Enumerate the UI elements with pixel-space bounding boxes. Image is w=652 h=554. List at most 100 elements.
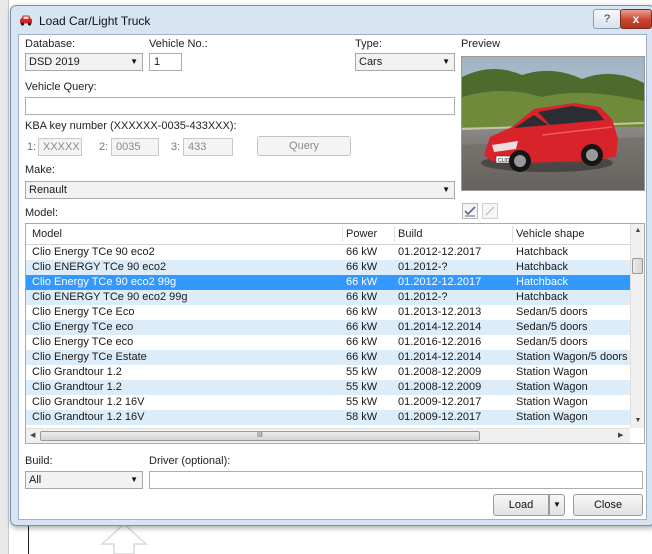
edit-checked-icon[interactable] — [462, 203, 478, 219]
car-icon — [20, 15, 32, 26]
chevron-down-icon: ▼ — [442, 57, 450, 66]
table-row[interactable]: Clio Grandtour 1.2 16V 55 kW 01.2009-12.20… — [26, 395, 630, 410]
cell-model: Clio Energy TCe eco — [32, 336, 134, 348]
cell-vehicle-shape: Sedan/5 doors — [516, 321, 588, 333]
cell-model: Clio Energy TCe Estate — [32, 351, 147, 363]
scroll-left-icon[interactable]: ◀ — [30, 431, 35, 439]
vertical-scrollbar[interactable]: ▲ ▼ — [630, 224, 644, 428]
table-row[interactable]: Clio Energy TCe 90 eco2 99g 66 kW 01.2012-… — [26, 275, 630, 290]
column-header-build[interactable]: Build — [398, 228, 422, 240]
help-button[interactable]: ? — [593, 9, 621, 29]
cell-model: Clio Grandtour 1.2 — [32, 366, 122, 378]
window-close-button[interactable]: x — [620, 9, 652, 29]
cell-power: 66 kW — [346, 246, 378, 258]
cell-build: 01.2009-12.2017 — [398, 396, 482, 408]
load-button[interactable]: Load — [493, 494, 549, 516]
type-value: Cars — [359, 56, 383, 68]
cell-build: 01.2012-? — [398, 261, 448, 273]
kba1-input[interactable]: XXXXX — [38, 138, 82, 156]
close-button[interactable]: Close — [573, 494, 643, 516]
kba3-input[interactable]: 433 — [183, 138, 233, 156]
build-select[interactable]: All ▼ — [25, 471, 143, 489]
database-label: Database: — [25, 38, 76, 50]
cell-build: 01.2008-12.2009 — [398, 366, 482, 378]
horizontal-scrollbar[interactable]: ◀ III ▶ — [26, 428, 630, 443]
cell-power: 66 kW — [346, 261, 378, 273]
vehicle-no-label: Vehicle No.: — [149, 38, 208, 50]
table-row[interactable]: Clio Grandtour 1.2 55 kW 01.2008-12.2009 St… — [26, 365, 630, 380]
table-row[interactable]: Clio Energy TCe eco 66 kW 01.2014-12.2014 S… — [26, 320, 630, 335]
table-header: Model Power Build Vehicle shape — [26, 224, 630, 245]
scroll-down-icon[interactable]: ▼ — [631, 417, 644, 424]
cell-vehicle-shape: Hatchback — [516, 291, 568, 303]
kba2-label: 2: — [99, 141, 109, 153]
table-row[interactable]: Clio Grandtour 1.2 16V 58 kW 01.2009-12.20… — [26, 410, 630, 425]
column-divider[interactable] — [342, 226, 343, 242]
table-row[interactable]: Clio Energy TCe eco 66 kW 01.2016-12.2016 S… — [26, 335, 630, 350]
horizontal-scroll-thumb[interactable]: III — [40, 431, 480, 441]
table-row[interactable]: Clio Energy TCe 90 eco2 66 kW 01.2012-12.2… — [26, 245, 630, 260]
titlebar: Load Car/Light Truck ? x — [11, 6, 652, 34]
vehicle-query-label: Vehicle Query: — [25, 81, 97, 93]
cell-model: Clio Energy TCe eco — [32, 321, 134, 333]
cell-model: Clio Grandtour 1.2 16V — [32, 396, 145, 408]
kba2-input[interactable]: 0035 — [111, 138, 159, 156]
table-row[interactable]: Clio ENERGY TCe 90 eco2 99g 66 kW 01.2012-… — [26, 290, 630, 305]
cell-vehicle-shape: Hatchback — [516, 261, 568, 273]
column-header-vehicle-shape[interactable]: Vehicle shape — [516, 228, 585, 240]
vehicle-preview-image: CLIO 4 — [461, 56, 645, 191]
cell-power: 66 kW — [346, 321, 378, 333]
cell-vehicle-shape: Station Wagon — [516, 396, 588, 408]
cell-power: 66 kW — [346, 306, 378, 318]
column-header-model[interactable]: Model — [32, 228, 62, 240]
scroll-right-icon[interactable]: ▶ — [618, 431, 623, 439]
cell-build: 01.2012-12.2017 — [398, 276, 482, 288]
cell-build: 01.2016-12.2016 — [398, 336, 482, 348]
type-select[interactable]: Cars ▼ — [355, 53, 455, 71]
kba1-label: 1: — [27, 141, 37, 153]
column-header-power[interactable]: Power — [346, 228, 377, 240]
kba-label: KBA key number (XXXXXX-0035-433XXX): — [25, 120, 237, 132]
cell-vehicle-shape: Sedan/5 doors — [516, 306, 588, 318]
table-row[interactable]: Clio Grandtour 1.2 55 kW 01.2008-12.2009 St… — [26, 380, 630, 395]
cell-model: Clio Grandtour 1.2 — [32, 381, 122, 393]
cell-vehicle-shape: Sedan/5 doors — [516, 336, 588, 348]
kba3-label: 3: — [171, 141, 181, 153]
scroll-up-icon[interactable]: ▲ — [631, 227, 644, 234]
table-row[interactable]: Clio Energy TCe Eco 66 kW 01.2013-12.2013 S… — [26, 305, 630, 320]
cell-vehicle-shape: Hatchback — [516, 276, 568, 288]
column-divider[interactable] — [394, 226, 395, 242]
vehicle-no-input[interactable]: 1 — [149, 53, 182, 71]
chevron-down-icon: ▼ — [442, 185, 450, 194]
driver-input[interactable] — [149, 471, 643, 489]
load-car-dialog: Load Car/Light Truck ? x Database: DSD 2… — [10, 5, 652, 526]
cell-model: Clio Energy TCe 90 eco2 — [32, 246, 155, 258]
background-arrow-icon — [100, 522, 148, 554]
background-divider — [28, 526, 29, 554]
vehicle-query-input[interactable] — [25, 97, 455, 115]
cell-power: 66 kW — [346, 276, 378, 288]
edit-pencil-icon[interactable] — [482, 203, 498, 219]
make-label: Make: — [25, 164, 55, 176]
column-divider[interactable] — [512, 226, 513, 242]
cell-model: Clio Grandtour 1.2 16V — [32, 411, 145, 423]
query-button[interactable]: Query — [257, 136, 351, 156]
preview-label: Preview — [461, 38, 501, 50]
load-dropdown-button[interactable]: ▼ — [549, 494, 565, 516]
cell-vehicle-shape: Station Wagon — [516, 366, 588, 378]
cell-model: Clio ENERGY TCe 90 eco2 99g — [32, 291, 188, 303]
table-row[interactable]: Clio ENERGY TCe 90 eco2 66 kW 01.2012-? Hat… — [26, 260, 630, 275]
cell-build: 01.2014-12.2014 — [398, 321, 482, 333]
make-select[interactable]: Renault ▼ — [25, 181, 455, 199]
window-title: Load Car/Light Truck — [39, 14, 151, 28]
cell-vehicle-shape: Station Wagon — [516, 381, 588, 393]
cell-vehicle-shape: Hatchback — [516, 246, 568, 258]
cell-model: Clio Energy TCe Eco — [32, 306, 135, 318]
cell-power: 55 kW — [346, 381, 378, 393]
vertical-scroll-thumb[interactable] — [632, 258, 643, 274]
model-table: Model Power Build Vehicle shape Clio Ene… — [25, 223, 645, 444]
make-value: Renault — [29, 184, 67, 196]
chevron-down-icon: ▼ — [553, 500, 561, 509]
database-select[interactable]: DSD 2019 ▼ — [25, 53, 143, 71]
table-row[interactable]: Clio Energy TCe Estate 66 kW 01.2014-12.20… — [26, 350, 630, 365]
